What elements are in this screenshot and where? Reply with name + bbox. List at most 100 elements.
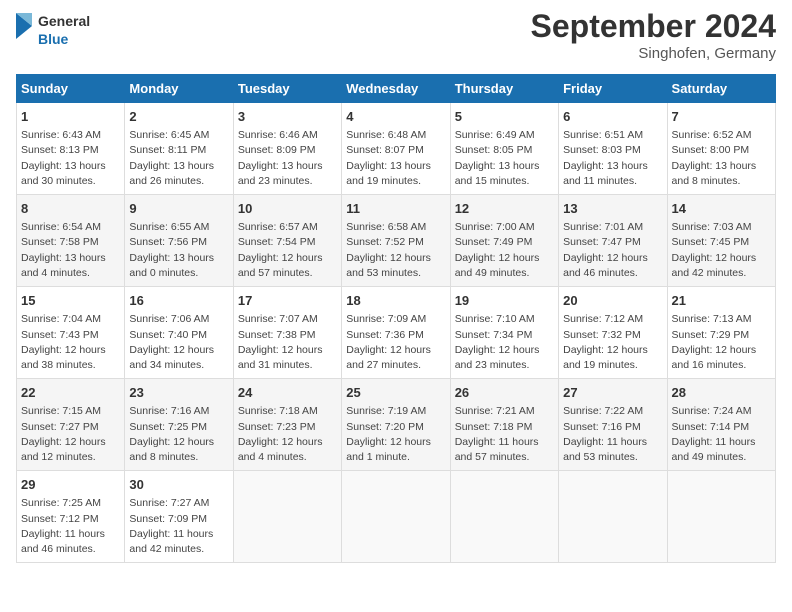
day-number: 19: [455, 292, 554, 310]
calendar-cell: 26 Sunrise: 7:21 AM Sunset: 7:18 PM Dayli…: [450, 379, 558, 471]
day-detail: Sunrise: 6:46 AM Sunset: 8:09 PM Dayligh…: [238, 128, 337, 189]
calendar-cell: 17 Sunrise: 7:07 AM Sunset: 7:38 PM Dayli…: [233, 287, 341, 379]
calendar-cell: 14 Sunrise: 7:03 AM Sunset: 7:45 PM Dayli…: [667, 195, 775, 287]
calendar-week-row: 22 Sunrise: 7:15 AM Sunset: 7:27 PM Dayli…: [17, 379, 776, 471]
day-detail: Sunrise: 6:55 AM Sunset: 7:56 PM Dayligh…: [129, 220, 228, 281]
day-detail: Sunrise: 7:13 AM Sunset: 7:29 PM Dayligh…: [672, 312, 771, 373]
day-number: 24: [238, 384, 337, 402]
day-number: 25: [346, 384, 445, 402]
col-thursday: Thursday: [450, 75, 558, 103]
day-number: 3: [238, 108, 337, 126]
calendar-cell: [450, 471, 558, 563]
calendar-cell: 23 Sunrise: 7:16 AM Sunset: 7:25 PM Dayli…: [125, 379, 233, 471]
calendar-cell: 15 Sunrise: 7:04 AM Sunset: 7:43 PM Dayli…: [17, 287, 125, 379]
day-number: 9: [129, 200, 228, 218]
day-detail: Sunrise: 6:48 AM Sunset: 8:07 PM Dayligh…: [346, 128, 445, 189]
day-number: 17: [238, 292, 337, 310]
calendar-cell: 8 Sunrise: 6:54 AM Sunset: 7:58 PM Daylig…: [17, 195, 125, 287]
calendar-cell: 3 Sunrise: 6:46 AM Sunset: 8:09 PM Daylig…: [233, 103, 341, 195]
day-number: 26: [455, 384, 554, 402]
day-number: 14: [672, 200, 771, 218]
calendar-cell: 2Sunrise: 6:45 AM Sunset: 8:11 PM Daylig…: [125, 103, 233, 195]
calendar-cell: 22 Sunrise: 7:15 AM Sunset: 7:27 PM Dayli…: [17, 379, 125, 471]
day-detail: Sunrise: 7:12 AM Sunset: 7:32 PM Dayligh…: [563, 312, 662, 373]
day-number: 28: [672, 384, 771, 402]
calendar-table: Sunday Monday Tuesday Wednesday Thursday…: [16, 74, 776, 563]
day-detail: Sunrise: 7:21 AM Sunset: 7:18 PM Dayligh…: [455, 404, 554, 465]
day-detail: Sunrise: 7:27 AM Sunset: 7:09 PM Dayligh…: [129, 496, 228, 557]
day-detail: Sunrise: 7:18 AM Sunset: 7:23 PM Dayligh…: [238, 404, 337, 465]
col-monday: Monday: [125, 75, 233, 103]
calendar-cell: 19 Sunrise: 7:10 AM Sunset: 7:34 PM Dayli…: [450, 287, 558, 379]
calendar-cell: 30Sunrise: 7:27 AM Sunset: 7:09 PM Dayli…: [125, 471, 233, 563]
calendar-cell: 20 Sunrise: 7:12 AM Sunset: 7:32 PM Dayli…: [559, 287, 667, 379]
calendar-cell: [233, 471, 341, 563]
svg-text:Blue: Blue: [38, 31, 69, 47]
day-detail: Sunrise: 7:24 AM Sunset: 7:14 PM Dayligh…: [672, 404, 771, 465]
day-number: 7: [672, 108, 771, 126]
day-number: 15: [21, 292, 120, 310]
calendar-cell: 7 Sunrise: 6:52 AM Sunset: 8:00 PM Daylig…: [667, 103, 775, 195]
day-detail: Sunrise: 7:15 AM Sunset: 7:27 PM Dayligh…: [21, 404, 120, 465]
calendar-cell: 9 Sunrise: 6:55 AM Sunset: 7:56 PM Daylig…: [125, 195, 233, 287]
day-number: 11: [346, 200, 445, 218]
day-number: 12: [455, 200, 554, 218]
day-number: 20: [563, 292, 662, 310]
day-number: 8: [21, 200, 120, 218]
calendar-cell: 28 Sunrise: 7:24 AM Sunset: 7:14 PM Dayli…: [667, 379, 775, 471]
day-detail: Sunrise: 6:51 AM Sunset: 8:03 PM Dayligh…: [563, 128, 662, 189]
calendar-cell: 25 Sunrise: 7:19 AM Sunset: 7:20 PM Dayli…: [342, 379, 450, 471]
day-detail: Sunrise: 7:22 AM Sunset: 7:16 PM Dayligh…: [563, 404, 662, 465]
day-number: 23: [129, 384, 228, 402]
day-detail: Sunrise: 7:06 AM Sunset: 7:40 PM Dayligh…: [129, 312, 228, 373]
col-saturday: Saturday: [667, 75, 775, 103]
day-detail: Sunrise: 6:45 AM Sunset: 8:11 PM Dayligh…: [129, 128, 228, 189]
header-row: Sunday Monday Tuesday Wednesday Thursday…: [17, 75, 776, 103]
day-detail: Sunrise: 6:54 AM Sunset: 7:58 PM Dayligh…: [21, 220, 120, 281]
day-detail: Sunrise: 6:52 AM Sunset: 8:00 PM Dayligh…: [672, 128, 771, 189]
calendar-cell: 10Sunrise: 6:57 AM Sunset: 7:54 PM Dayli…: [233, 195, 341, 287]
col-sunday: Sunday: [17, 75, 125, 103]
day-number: 22: [21, 384, 120, 402]
day-detail: Sunrise: 6:58 AM Sunset: 7:52 PM Dayligh…: [346, 220, 445, 281]
page-header: General Blue September 2024 Singhofen, G…: [16, 8, 776, 62]
calendar-cell: [342, 471, 450, 563]
col-wednesday: Wednesday: [342, 75, 450, 103]
col-friday: Friday: [559, 75, 667, 103]
svg-text:General: General: [38, 13, 90, 29]
calendar-cell: 18 Sunrise: 7:09 AM Sunset: 7:36 PM Dayli…: [342, 287, 450, 379]
calendar-cell: 16 Sunrise: 7:06 AM Sunset: 7:40 PM Dayli…: [125, 287, 233, 379]
calendar-week-row: 15 Sunrise: 7:04 AM Sunset: 7:43 PM Dayli…: [17, 287, 776, 379]
calendar-week-row: 29Sunrise: 7:25 AM Sunset: 7:12 PM Dayli…: [17, 471, 776, 563]
calendar-cell: [667, 471, 775, 563]
day-number: 4: [346, 108, 445, 126]
calendar-cell: 13Sunrise: 7:01 AM Sunset: 7:47 PM Dayli…: [559, 195, 667, 287]
day-detail: Sunrise: 7:19 AM Sunset: 7:20 PM Dayligh…: [346, 404, 445, 465]
day-number: 1: [21, 108, 120, 126]
calendar-cell: [559, 471, 667, 563]
day-detail: Sunrise: 7:16 AM Sunset: 7:25 PM Dayligh…: [129, 404, 228, 465]
calendar-week-row: 1 Sunrise: 6:43 AM Sunset: 8:13 PM Daylig…: [17, 103, 776, 195]
day-detail: Sunrise: 7:25 AM Sunset: 7:12 PM Dayligh…: [21, 496, 120, 557]
month-year-title: September 2024: [531, 8, 776, 45]
logo-block: General Blue: [16, 8, 96, 58]
day-number: 21: [672, 292, 771, 310]
calendar-cell: 6Sunrise: 6:51 AM Sunset: 8:03 PM Daylig…: [559, 103, 667, 195]
calendar-cell: 5Sunrise: 6:49 AM Sunset: 8:05 PM Daylig…: [450, 103, 558, 195]
day-number: 16: [129, 292, 228, 310]
day-detail: Sunrise: 7:10 AM Sunset: 7:34 PM Dayligh…: [455, 312, 554, 373]
day-detail: Sunrise: 6:57 AM Sunset: 7:54 PM Dayligh…: [238, 220, 337, 281]
day-detail: Sunrise: 7:09 AM Sunset: 7:36 PM Dayligh…: [346, 312, 445, 373]
day-detail: Sunrise: 7:07 AM Sunset: 7:38 PM Dayligh…: [238, 312, 337, 373]
day-detail: Sunrise: 7:03 AM Sunset: 7:45 PM Dayligh…: [672, 220, 771, 281]
day-number: 27: [563, 384, 662, 402]
calendar-cell: 21 Sunrise: 7:13 AM Sunset: 7:29 PM Dayli…: [667, 287, 775, 379]
day-number: 13: [563, 200, 662, 218]
day-number: 18: [346, 292, 445, 310]
day-detail: Sunrise: 7:00 AM Sunset: 7:49 PM Dayligh…: [455, 220, 554, 281]
calendar-cell: 1 Sunrise: 6:43 AM Sunset: 8:13 PM Daylig…: [17, 103, 125, 195]
col-tuesday: Tuesday: [233, 75, 341, 103]
location-subtitle: Singhofen, Germany: [531, 45, 776, 62]
day-detail: Sunrise: 7:04 AM Sunset: 7:43 PM Dayligh…: [21, 312, 120, 373]
day-detail: Sunrise: 6:43 AM Sunset: 8:13 PM Dayligh…: [21, 128, 120, 189]
